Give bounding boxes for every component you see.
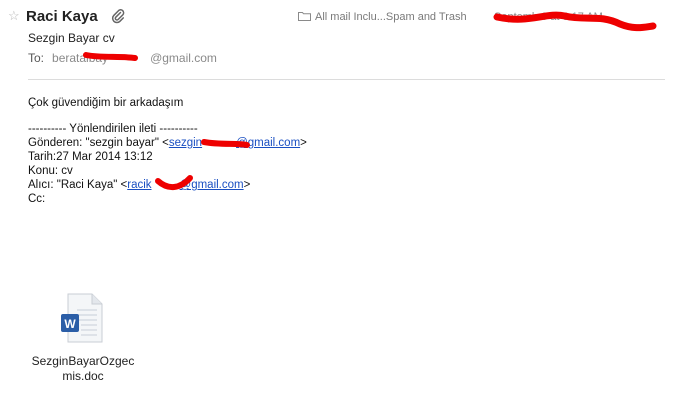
folder-icon	[298, 12, 311, 21]
from-email-link[interactable]: sezgin @gmail.com	[169, 137, 300, 149]
greeting-text: Çok güvendiğim bir arkadaşım	[28, 97, 184, 109]
word-document-icon: W	[61, 293, 103, 343]
subject-line: Konu: cv	[28, 165, 73, 177]
mailbox-label[interactable]: All mail Inclu...Spam and Trash	[298, 11, 467, 23]
from-line: Gönderen: "sezgin bayar" <sezgin @gmail.c…	[28, 137, 307, 149]
forward-header: ---------- Yönlendirilen ileti ---------…	[28, 123, 198, 135]
attachment[interactable]: W SezginBayarOzgecmis.doc	[28, 290, 138, 384]
attachment-filename: SezginBayarOzgecmis.doc	[31, 354, 135, 383]
message-body: Çok güvendiğim bir arkadaşım ---------- …	[28, 96, 307, 206]
recipient-label: Alıcı: "Raci Kaya" <	[28, 179, 128, 191]
svg-text:W: W	[64, 317, 76, 331]
header-divider	[28, 79, 665, 80]
to-address-end[interactable]: @gmail.com	[150, 51, 217, 65]
star-icon[interactable]: ☆	[8, 9, 20, 22]
recipient-line: Alıcı: "Raci Kaya" <racik @gmail.com>	[28, 179, 251, 191]
cc-line: Cc:	[28, 193, 46, 205]
recipient-email-link[interactable]: racik @gmail.com	[127, 179, 243, 191]
mailbox-text: All mail Inclu...Spam and Trash	[315, 11, 467, 23]
paperclip-icon	[111, 9, 125, 24]
message-date: Septemb 6 at 8:17 AM	[494, 11, 603, 23]
to-address-start[interactable]: beratalbay	[52, 51, 108, 65]
to-row: To: beratalbay @gmail.com	[28, 51, 217, 65]
sender-name[interactable]: Raci Kaya	[26, 8, 98, 25]
to-label: To:	[28, 51, 45, 65]
date-line: Tarih:27 Mar 2014 13:12	[28, 151, 153, 163]
message-header: ☆ Raci Kaya All mail Inclu...Spam and Tr…	[8, 6, 665, 28]
from-label: Gönderen: "sezgin bayar" <	[28, 137, 169, 149]
message-subject: Sezgin Bayar cv	[28, 31, 115, 45]
